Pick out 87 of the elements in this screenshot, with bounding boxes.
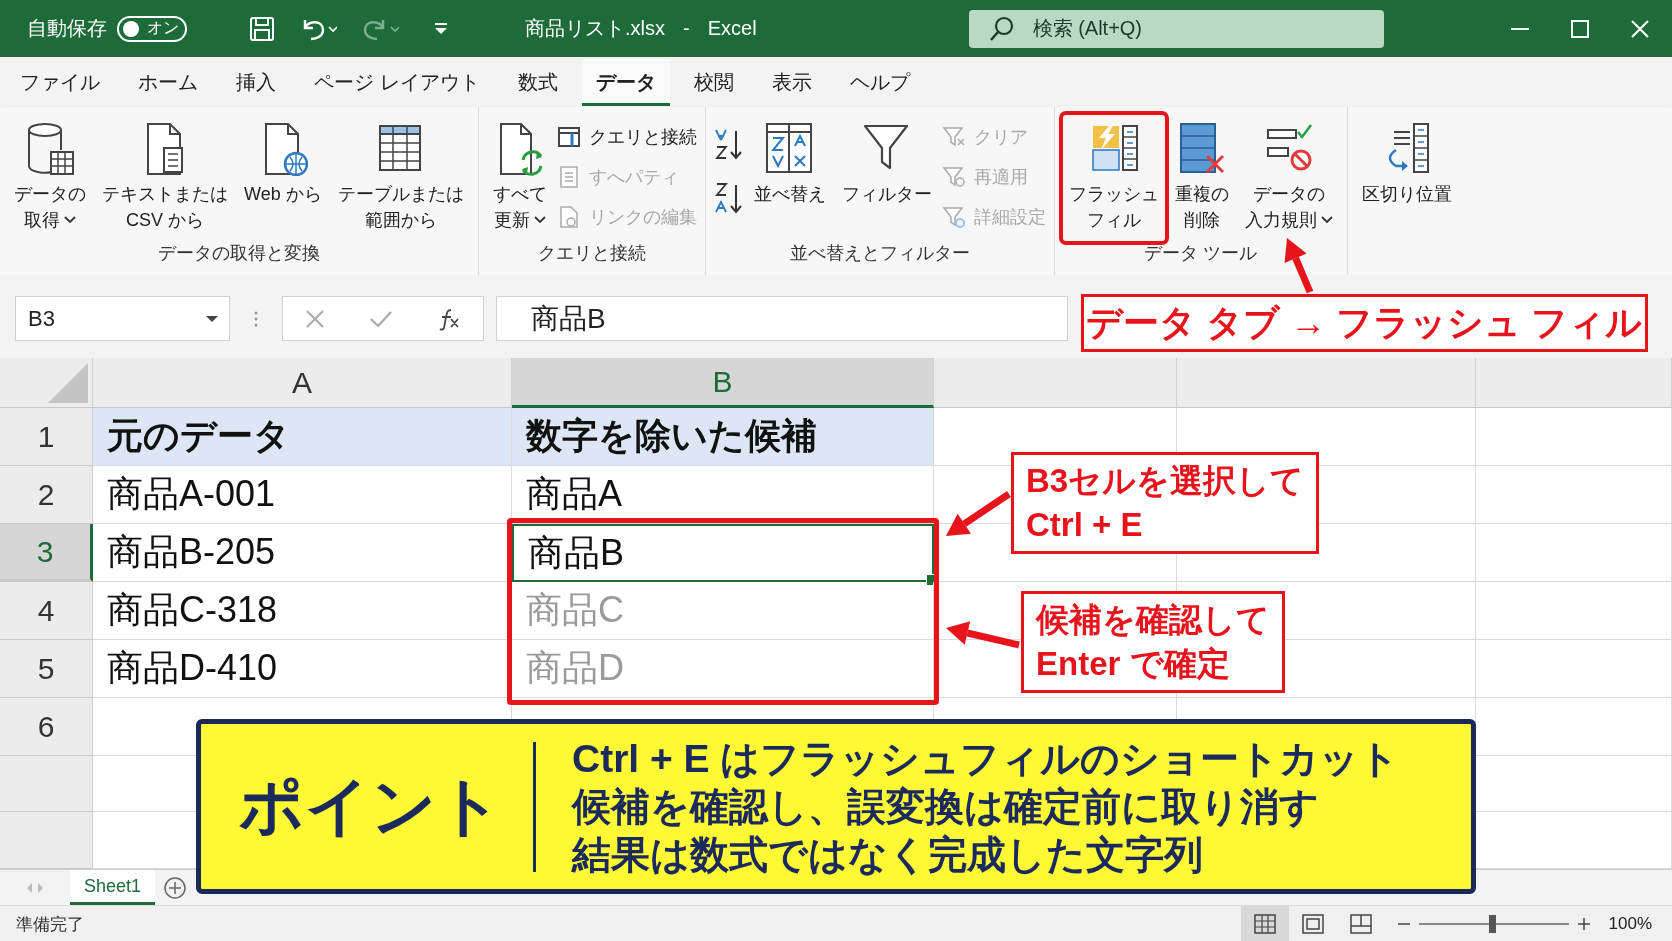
table-cell: 商品A-001 — [93, 466, 512, 524]
callout-text: B3セルを選択して — [1026, 461, 1305, 501]
table-cell: 数字を除いた候補 — [512, 408, 934, 466]
ribbon-tab[interactable]: 校閲 — [679, 58, 748, 106]
pointer-arrow — [1284, 238, 1314, 294]
app-name: Excel — [707, 17, 757, 40]
ribbon-tab[interactable]: ファイル — [6, 58, 114, 106]
ribbon-button[interactable]: データの 取得 — [8, 115, 92, 241]
search-field[interactable]: 検索 (Alt+Q) — [968, 9, 1384, 48]
table-cell: 商品C — [512, 582, 934, 640]
ribbon-button[interactable]: フラッシュ フィル — [1062, 115, 1165, 241]
formula-field[interactable]: 商品B — [496, 296, 1068, 341]
column-header[interactable]: B — [512, 358, 934, 408]
table-cell: 商品D — [512, 640, 934, 698]
ribbon-button[interactable]: テーブルまたは 範囲から — [331, 115, 470, 241]
table-cell: 商品D-410 — [93, 640, 512, 698]
ribbon-tab[interactable]: データ — [581, 58, 670, 106]
group-label: クエリと接続 — [537, 242, 646, 265]
funnel-gear-icon — [941, 205, 966, 229]
funnel-clear-icon — [941, 125, 966, 149]
row-header[interactable]: 6 — [0, 698, 93, 756]
autosave-toggle[interactable]: オン — [117, 15, 187, 42]
zoom-in-icon[interactable] — [1576, 917, 1591, 931]
point-text: 結果は数式ではなく完成した文字列 — [572, 831, 1204, 878]
function-icon[interactable] — [437, 306, 461, 331]
row-header[interactable]: 5 — [0, 640, 93, 698]
sort-ascending-icon[interactable] — [713, 127, 744, 161]
autosave-label: 自動保存 — [27, 16, 107, 41]
ribbon-button[interactable]: 区切り位置 — [1355, 115, 1458, 241]
query-pane-icon — [556, 125, 581, 149]
ribbon-button[interactable]: データの 入力規則 — [1238, 115, 1339, 241]
sort-icon — [764, 122, 815, 176]
callout-text: 候補を確認して — [1036, 600, 1270, 640]
page-layout-icon — [1301, 914, 1324, 934]
ribbon-button[interactable]: クエリと接続 — [556, 119, 697, 155]
table-cell: 商品C-318 — [93, 582, 512, 640]
search-icon — [988, 15, 1015, 42]
callout-text: Enter で確定 — [1036, 644, 1231, 684]
sheet-tab[interactable]: Sheet1 — [70, 870, 156, 905]
group-label: データの取得と変換 — [157, 242, 320, 265]
cancel-icon[interactable] — [305, 308, 325, 329]
point-text: Ctrl + E はフラッシュフィルのショートカット — [572, 735, 1400, 782]
row-header[interactable]: 1 — [0, 408, 93, 466]
normal-view-icon — [1253, 914, 1276, 934]
database-icon — [25, 122, 75, 176]
slider-thumb[interactable] — [1489, 915, 1496, 933]
callout-text: Ctrl + E — [1026, 505, 1144, 545]
ribbon-button[interactable]: フィルター — [835, 115, 938, 241]
ribbon-button[interactable]: 重複の 削除 — [1168, 115, 1235, 241]
ribbon-tab[interactable]: ページ レイアウト — [300, 58, 494, 106]
row-header[interactable]: 2 — [0, 466, 93, 524]
ribbon-tab[interactable]: 挿入 — [222, 58, 290, 106]
funnel-refresh-icon — [941, 165, 966, 189]
more-icon[interactable] — [254, 310, 258, 327]
ribbon-button[interactable]: テキストまたは CSV から — [96, 115, 234, 241]
close-icon[interactable] — [1630, 18, 1650, 39]
column-header[interactable]: A — [93, 358, 512, 408]
name-box[interactable]: B3 — [15, 296, 230, 341]
ribbon-button[interactable]: すべて 更新 — [486, 115, 553, 241]
group-label: 並べ替えとフィルター — [789, 242, 970, 265]
ribbon-button[interactable]: Web から — [238, 115, 328, 241]
row-header[interactable]: 4 — [0, 582, 93, 640]
group-label: データ ツール — [1144, 242, 1258, 265]
ribbon-tab[interactable]: ホーム — [124, 58, 212, 106]
title-separator: - — [683, 17, 690, 40]
add-sheet-icon[interactable] — [163, 875, 188, 900]
point-text: 候補を確認し、誤変換は確定前に取り消す — [572, 783, 1320, 830]
status-text: 準備完了 — [16, 913, 84, 936]
ribbon-tab[interactable]: ヘルプ — [835, 58, 924, 106]
view-button[interactable] — [1240, 906, 1289, 941]
zoom-level[interactable]: 100% — [1608, 914, 1652, 934]
table-cell: 元のデータ — [93, 408, 512, 466]
ribbon-tab[interactable]: 表示 — [757, 58, 826, 106]
dropdown-icon — [205, 314, 219, 323]
ribbon-tab[interactable]: 数式 — [503, 58, 572, 106]
save-icon[interactable] — [249, 15, 275, 42]
maximize-icon[interactable] — [1570, 18, 1590, 39]
table-cell: 商品B-205 — [93, 524, 512, 582]
table-cell: 商品A — [512, 466, 934, 524]
customize-icon[interactable] — [433, 20, 449, 37]
point-title: ポイント — [239, 769, 503, 844]
row-header[interactable]: 3 — [0, 524, 93, 582]
ribbon-button[interactable]: 並べ替え — [747, 115, 832, 241]
annotation-label: データ タブ → フラッシュ フィル — [1081, 294, 1648, 352]
sort-descending-icon[interactable] — [713, 181, 744, 215]
window-title: 商品リスト.xlsx — [525, 16, 665, 41]
page-break-icon — [1349, 914, 1372, 934]
